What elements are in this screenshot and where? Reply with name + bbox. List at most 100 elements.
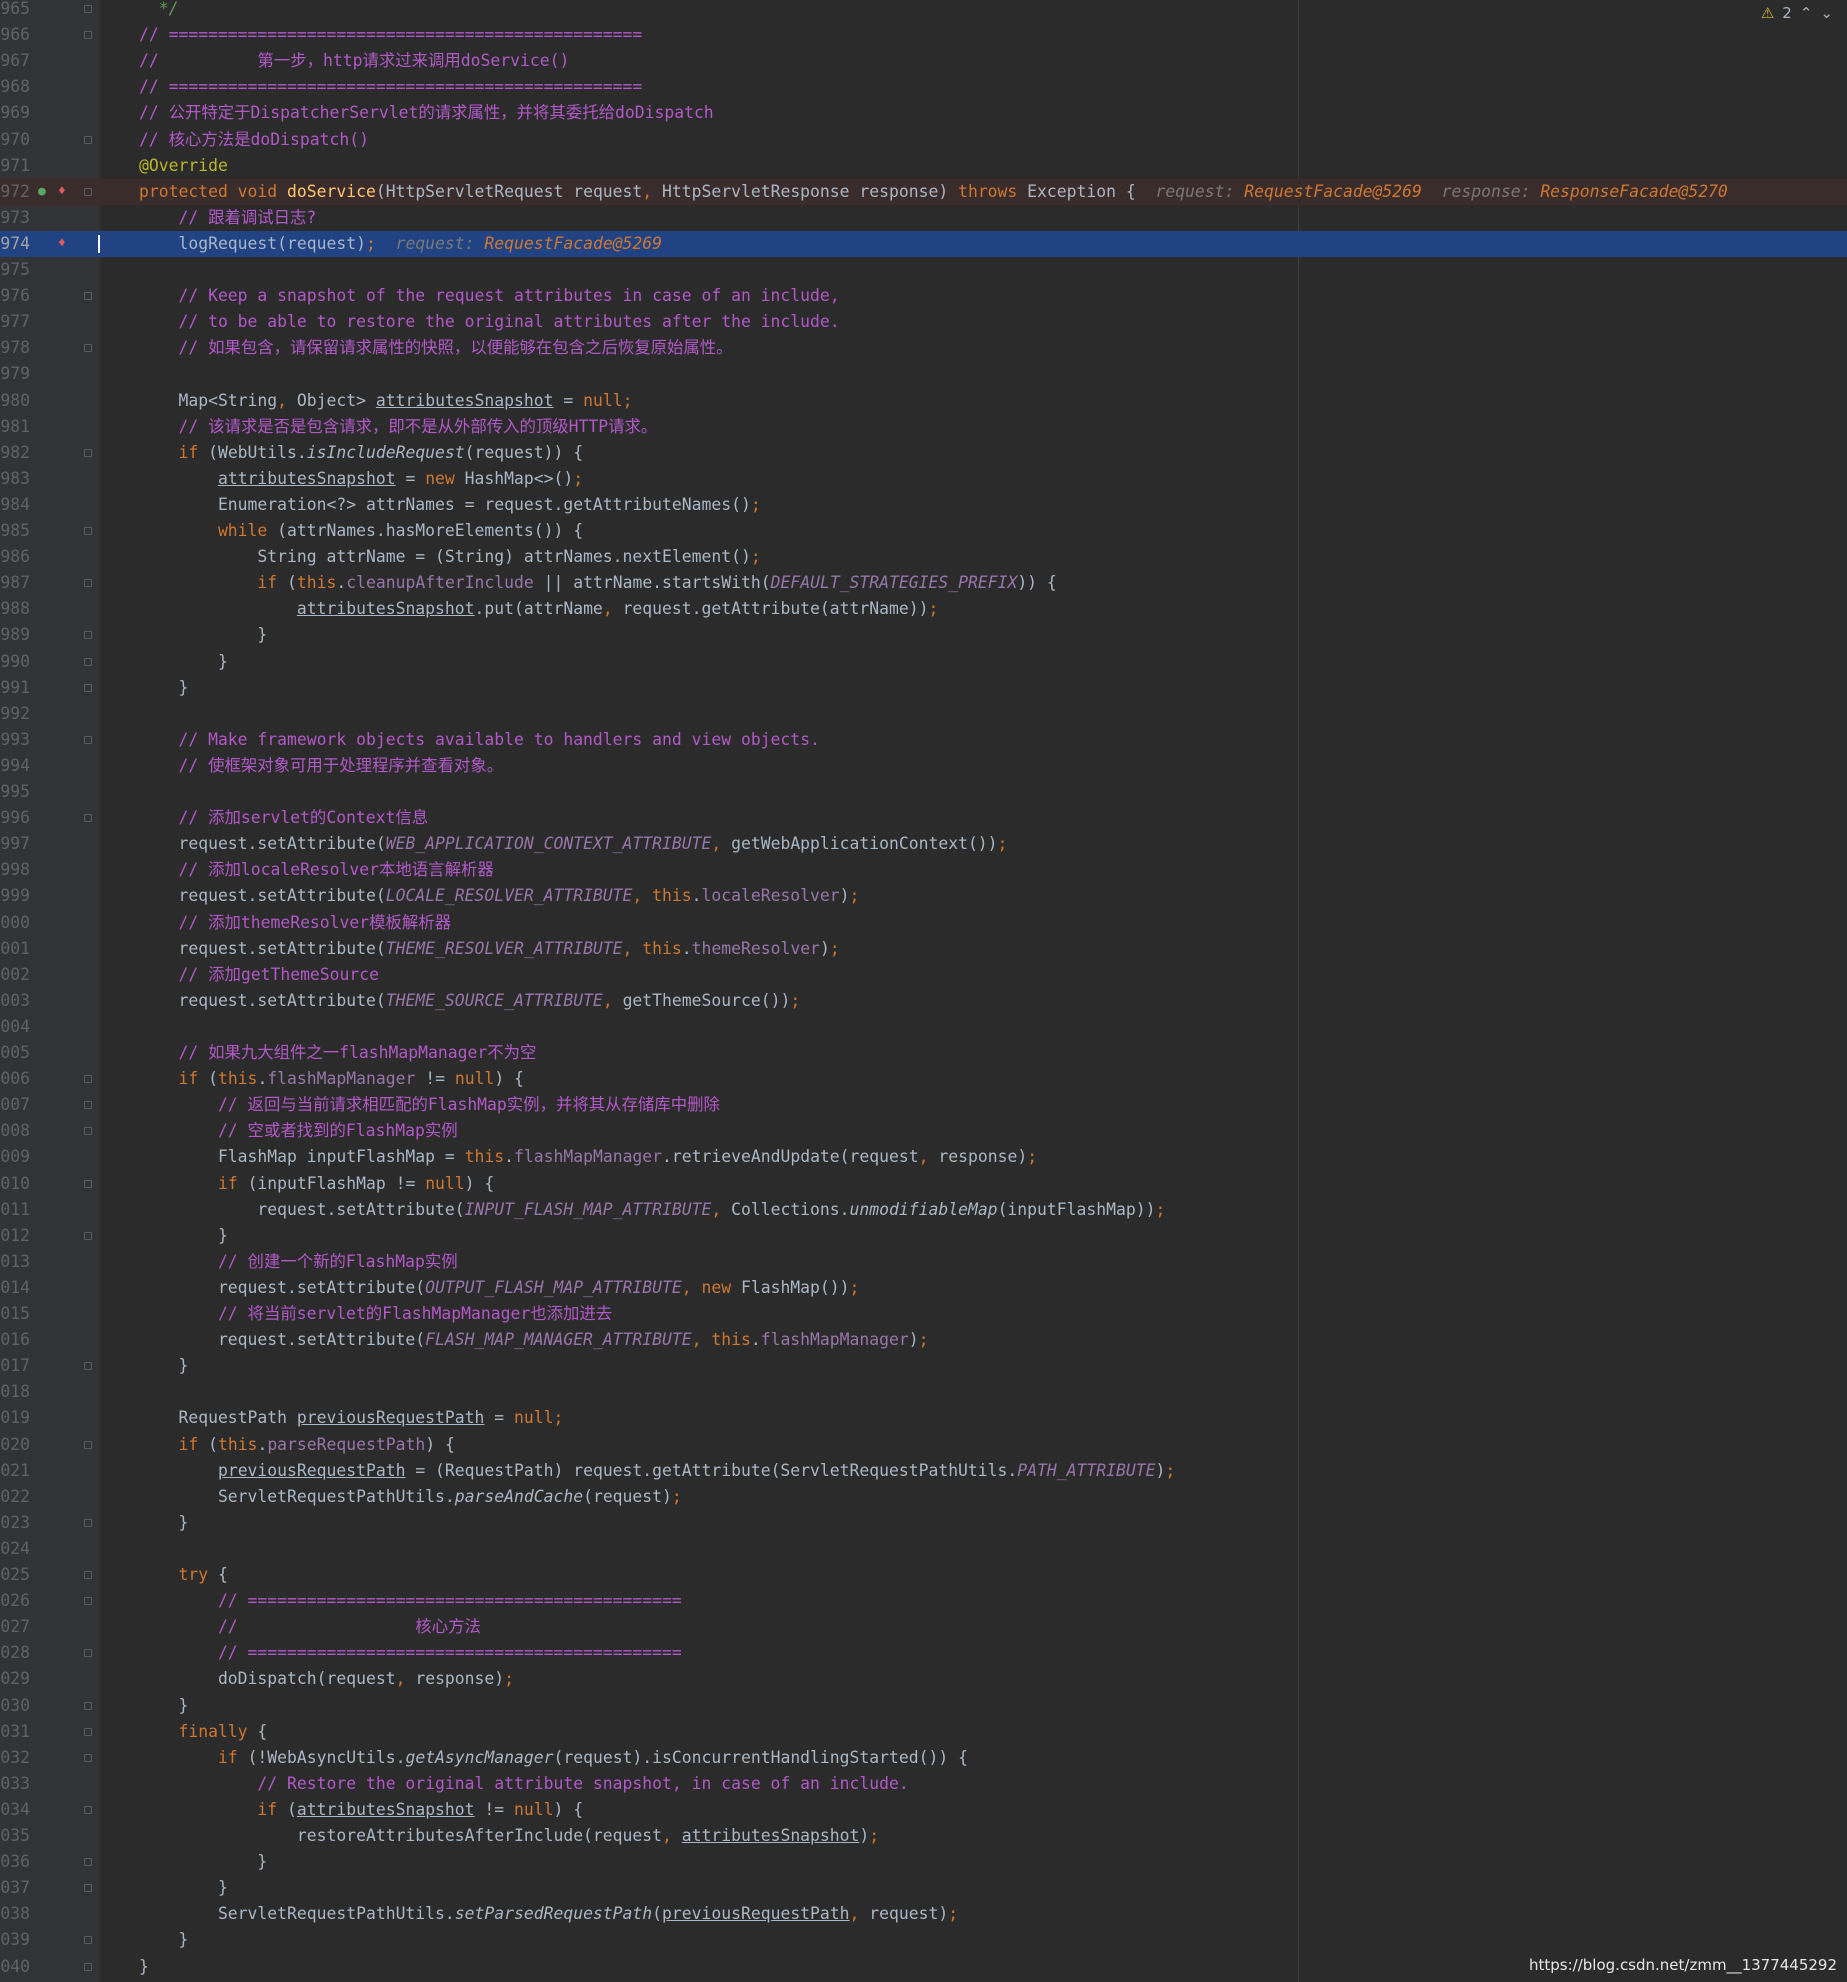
code-text[interactable]: // 核心方法是doDispatch(): [139, 127, 369, 153]
breakpoint-icon[interactable]: ♦: [58, 236, 66, 252]
code-line[interactable]: 989 }: [0, 622, 1847, 648]
line-number[interactable]: 1034: [0, 1797, 30, 1823]
line-number[interactable]: 1012: [0, 1223, 30, 1249]
code-line[interactable]: 999 request.setAttribute(LOCALE_RESOLVER…: [0, 883, 1847, 909]
line-number[interactable]: 1021: [0, 1458, 30, 1484]
code-line[interactable]: 996 // 添加servlet的Context信息: [0, 805, 1847, 831]
fold-marker-icon[interactable]: [84, 814, 92, 823]
fold-marker-icon[interactable]: [84, 1571, 92, 1579]
code-text[interactable]: if (WebUtils.isIncludeRequest(request)) …: [139, 440, 583, 466]
code-text[interactable]: restoreAttributesAfterInclude(request, a…: [139, 1823, 879, 1849]
code-line[interactable]: 1004: [0, 1014, 1847, 1040]
code-text[interactable]: // 使框架对象可用于处理程序并查看对象。: [139, 753, 503, 779]
line-number[interactable]: 998: [0, 857, 30, 883]
code-line[interactable]: 1025 try {: [0, 1562, 1847, 1588]
code-text[interactable]: FlashMap inputFlashMap = this.flashMapMa…: [139, 1144, 1037, 1170]
code-line[interactable]: 972 ● ♦ protected void doService(HttpServle…: [0, 178, 1847, 205]
fold-marker-icon[interactable]: [84, 1231, 92, 1240]
code-text[interactable]: // 如果九大组件之一flashMapManager不为空: [139, 1040, 536, 1066]
code-text[interactable]: // Keep a snapshot of the request attrib…: [139, 283, 839, 309]
code-text[interactable]: // Make framework objects available to h…: [139, 727, 819, 753]
line-number[interactable]: 997: [0, 831, 30, 857]
fold-marker-icon[interactable]: [84, 292, 92, 301]
line-number[interactable]: 979: [0, 361, 30, 387]
line-number[interactable]: 984: [0, 492, 30, 518]
code-text[interactable]: }: [139, 1353, 188, 1379]
code-line[interactable]: 969 // 公开特定于DispatcherServlet的请求属性，并将其委托给…: [0, 100, 1847, 126]
line-number[interactable]: 977: [0, 309, 30, 335]
code-text[interactable]: request.setAttribute(THEME_SOURCE_ATTRIB…: [139, 988, 800, 1014]
code-text[interactable]: if (this.parseRequestPath) {: [139, 1432, 454, 1458]
warning-triangle-icon[interactable]: ⚠: [1761, 4, 1774, 22]
code-line[interactable]: 1016 request.setAttribute(FLASH_MAP_MANA…: [0, 1327, 1847, 1353]
code-text[interactable]: // 公开特定于DispatcherServlet的请求属性，并将其委托给doD…: [139, 100, 714, 126]
line-number[interactable]: 1005: [0, 1040, 30, 1066]
line-number[interactable]: 1003: [0, 988, 30, 1014]
code-text[interactable]: // Restore the original attribute snapsh…: [139, 1771, 908, 1797]
code-text[interactable]: request.setAttribute(OUTPUT_FLASH_MAP_AT…: [139, 1275, 859, 1301]
code-line[interactable]: 1013 // 创建一个新的FlashMap实例: [0, 1249, 1847, 1275]
line-number[interactable]: 987: [0, 570, 30, 596]
code-text[interactable]: // 如果包含，请保留请求属性的快照，以便能够在包含之后恢复原始属性。: [139, 335, 732, 361]
code-line[interactable]: 1017 }: [0, 1353, 1847, 1379]
fold-marker-icon[interactable]: [84, 31, 92, 40]
code-text[interactable]: // 返回与当前请求相匹配的FlashMap实例，并将其从存储库中删除: [139, 1092, 720, 1118]
code-text[interactable]: try {: [139, 1562, 227, 1588]
code-line[interactable]: 1002 // 添加getThemeSource: [0, 962, 1847, 988]
line-number[interactable]: 1031: [0, 1719, 30, 1745]
line-number[interactable]: 1007: [0, 1092, 30, 1118]
code-text[interactable]: // 创建一个新的FlashMap实例: [139, 1249, 458, 1275]
code-text[interactable]: request.setAttribute(FLASH_MAP_MANAGER_A…: [139, 1327, 929, 1353]
code-line[interactable]: 1001 request.setAttribute(THEME_RESOLVER…: [0, 936, 1847, 962]
code-line[interactable]: 967 // 第一步，http请求过来调用doService(): [0, 48, 1847, 74]
code-line[interactable]: 970 // 核心方法是doDispatch(): [0, 127, 1847, 153]
line-number[interactable]: 970: [0, 127, 30, 153]
line-number[interactable]: 992: [0, 701, 30, 727]
line-number[interactable]: 1032: [0, 1745, 30, 1771]
fold-marker-icon[interactable]: [84, 1753, 92, 1762]
line-number[interactable]: 1009: [0, 1144, 30, 1170]
line-number[interactable]: 973: [0, 205, 30, 231]
fold-marker-icon[interactable]: [84, 1075, 92, 1084]
code-line[interactable]: 985 while (attrNames.hasMoreElements()) …: [0, 518, 1847, 544]
fold-marker-icon[interactable]: [84, 1936, 92, 1945]
code-line[interactable]: 994 // 使框架对象可用于处理程序并查看对象。: [0, 753, 1847, 779]
line-number[interactable]: 1037: [0, 1875, 30, 1901]
code-line[interactable]: 992: [0, 701, 1847, 727]
code-line[interactable]: 1023 }: [0, 1510, 1847, 1536]
code-text[interactable]: attributesSnapshot = new HashMap<>();: [139, 466, 583, 492]
line-number[interactable]: 1025: [0, 1562, 30, 1588]
code-line[interactable]: 1021 previousRequestPath = (RequestPath)…: [0, 1458, 1847, 1484]
code-line[interactable]: 990 }: [0, 649, 1847, 675]
line-number[interactable]: 1015: [0, 1301, 30, 1327]
line-number[interactable]: 1030: [0, 1693, 30, 1719]
line-number[interactable]: 1039: [0, 1927, 30, 1953]
code-line[interactable]: 978 // 如果包含，请保留请求属性的快照，以便能够在包含之后恢复原始属性。: [0, 335, 1847, 361]
code-text[interactable]: // 核心方法: [139, 1614, 481, 1640]
line-number[interactable]: 1001: [0, 936, 30, 962]
line-number[interactable]: 985: [0, 518, 30, 544]
chevron-up-icon[interactable]: ⌃: [1800, 4, 1813, 22]
code-text[interactable]: finally {: [139, 1719, 267, 1745]
code-line[interactable]: 1032 if (!WebAsyncUtils.getAsyncManager(…: [0, 1745, 1847, 1771]
line-number[interactable]: 1027: [0, 1614, 30, 1640]
line-number[interactable]: 974: [0, 231, 30, 257]
line-number[interactable]: 1028: [0, 1640, 30, 1666]
line-number[interactable]: 1038: [0, 1901, 30, 1927]
code-line[interactable]: 1037 }: [0, 1875, 1847, 1901]
code-line[interactable]: 1007 // 返回与当前请求相匹配的FlashMap实例，并将其从存储库中删除: [0, 1092, 1847, 1118]
code-text[interactable]: // 添加localeResolver本地语言解析器: [139, 857, 493, 883]
line-number[interactable]: 1023: [0, 1510, 30, 1536]
code-line[interactable]: 986 String attrName = (String) attrNames…: [0, 544, 1847, 570]
code-line[interactable]: 987 if (this.cleanupAfterInclude || attr…: [0, 570, 1847, 596]
code-line[interactable]: 980 Map<String, Object> attributesSnapsh…: [0, 388, 1847, 414]
fold-marker-icon[interactable]: [84, 579, 92, 588]
code-line[interactable]: 1034 if (attributesSnapshot != null) {: [0, 1797, 1847, 1823]
fold-marker-icon[interactable]: [84, 1727, 92, 1736]
line-number[interactable]: 1035: [0, 1823, 30, 1849]
code-text[interactable]: request.setAttribute(INPUT_FLASH_MAP_ATT…: [139, 1197, 1165, 1223]
line-number[interactable]: 1024: [0, 1536, 30, 1562]
code-line[interactable]: 991 }: [0, 675, 1847, 701]
code-line[interactable]: 1022 ServletRequestPathUtils.parseAndCac…: [0, 1484, 1847, 1510]
code-text[interactable]: ServletRequestPathUtils.parseAndCache(re…: [139, 1484, 682, 1510]
